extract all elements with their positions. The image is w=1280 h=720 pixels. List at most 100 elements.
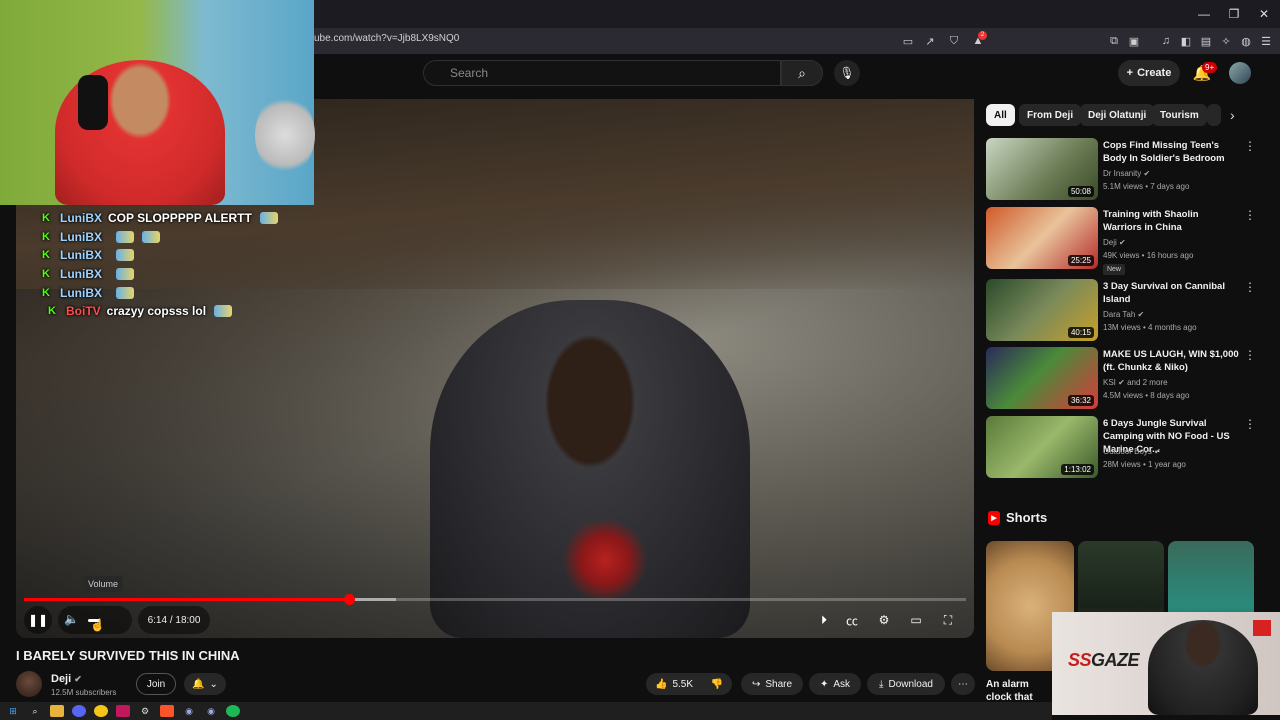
create-button[interactable]: + Create — [1118, 60, 1180, 86]
related-title[interactable]: MAKE US LAUGH, WIN $1,000 (ft. Chunkz & … — [1103, 348, 1239, 374]
emote-icon — [116, 286, 134, 299]
related-channel[interactable]: Dara Tah ✔ — [1103, 308, 1243, 321]
progress-scrubber[interactable] — [343, 594, 355, 605]
screenshot-icon[interactable]: ▣ — [1124, 31, 1144, 51]
ai-icon[interactable]: ✧ — [1216, 31, 1236, 51]
chat-message: K LuniBX — [42, 265, 278, 284]
more-options-icon[interactable]: ⋮ — [1244, 417, 1256, 431]
autoplay-toggle[interactable]: ⏵ — [810, 606, 838, 634]
related-title[interactable]: 3 Day Survival on Cannibal Island — [1103, 280, 1239, 306]
taskbar: ⊞ ⌕ ⚙ ◉ ◉ — [0, 702, 1052, 720]
duration-badge: 25:25 — [1067, 255, 1094, 266]
related-thumbnail[interactable]: 50:08 — [986, 138, 1098, 200]
related-thumbnail[interactable]: 25:25 — [986, 207, 1098, 269]
music-icon[interactable]: ♫ — [1156, 31, 1176, 51]
related-thumbnail[interactable]: 1:13:02 — [986, 416, 1098, 478]
like-button[interactable]: 👍 5.5K — [646, 673, 702, 695]
share-page-icon[interactable]: ↗ — [920, 31, 940, 51]
search-icon[interactable]: ⌕ — [28, 705, 42, 717]
file-explorer-icon[interactable] — [50, 705, 64, 717]
account-avatar[interactable] — [1229, 62, 1251, 84]
chip-tourism[interactable]: Tourism — [1152, 104, 1207, 126]
steam-icon[interactable]: ◉ — [204, 705, 218, 717]
plus-icon: + — [1126, 67, 1134, 79]
related-title[interactable]: Cops Find Missing Teen's Body In Soldier… — [1103, 139, 1239, 165]
related-thumbnail[interactable]: 36:32 — [986, 347, 1098, 409]
menu-icon[interactable]: ☰ — [1256, 31, 1276, 51]
join-button[interactable]: Join — [136, 673, 176, 695]
chip-from-deji[interactable]: From Deji — [1019, 104, 1082, 126]
voice-search-button[interactable]: 🎙 — [834, 60, 860, 86]
chip-all[interactable]: All — [986, 104, 1015, 126]
kick-badge-icon: K — [42, 212, 50, 225]
thumbs-down-icon: 👎 — [710, 678, 724, 690]
pause-icon: ❚❚ — [27, 613, 49, 627]
discord-icon[interactable] — [72, 705, 86, 717]
cursor-icon: ☝ — [90, 618, 105, 632]
minimize-button[interactable]: — — [1192, 4, 1216, 24]
time-display: 6:14 / 18:00 — [138, 606, 210, 634]
more-options-icon[interactable]: ⋮ — [1244, 348, 1256, 362]
sidebar-toggle-icon[interactable]: ◧ — [1176, 31, 1196, 51]
search-button[interactable]: ⌕ — [781, 60, 823, 86]
chat-username: LuniBX — [60, 285, 102, 300]
related-thumbnail[interactable]: 40:15 — [986, 279, 1098, 341]
close-window-button[interactable]: ✕ — [1252, 4, 1276, 24]
related-meta: 4.5M views • 8 days ago — [1103, 391, 1190, 400]
chat-message: K LuniBX COP SLOPPPPP ALERTT — [42, 209, 278, 228]
more-options-icon[interactable]: ⋮ — [1244, 139, 1256, 153]
settings-icon[interactable]: ⚙ — [138, 705, 152, 717]
volume-icon[interactable]: 🔈 — [64, 612, 79, 626]
cast-icon[interactable]: ▭ — [898, 31, 918, 51]
chat-text: crazyy copsss lol — [106, 304, 207, 319]
more-options-icon[interactable]: ⋮ — [1244, 280, 1256, 294]
channel-avatar[interactable] — [16, 671, 42, 697]
app-icon[interactable] — [116, 705, 130, 717]
related-channel[interactable]: Dr Insanity ✔ — [1103, 167, 1243, 180]
url-text[interactable]: ube.com/watch?v=Jjb8LX9sNQ0 — [314, 33, 459, 44]
duration-badge: 40:15 — [1067, 327, 1094, 338]
channel-name[interactable]: Deji ✔ — [51, 673, 82, 685]
volume-tooltip: Volume — [83, 576, 123, 592]
spotify-icon[interactable] — [226, 705, 240, 717]
more-options-icon[interactable]: ⋮ — [1244, 208, 1256, 222]
vpn-icon[interactable]: ◍ — [1236, 31, 1256, 51]
related-title[interactable]: Training with Shaolin Warriors in China — [1103, 208, 1239, 234]
related-channel[interactable]: KSI ✔ and 2 more — [1103, 376, 1243, 389]
like-count: 5.5K — [672, 678, 694, 690]
shield-icon[interactable]: ⛉ — [944, 31, 964, 51]
fullscreen-button[interactable]: ⛶ — [934, 606, 962, 634]
chip-overflow[interactable] — [1207, 104, 1221, 126]
more-actions-button[interactable]: ⋯ — [951, 673, 975, 695]
brave-icon[interactable] — [160, 705, 174, 717]
windows-start-icon[interactable]: ⊞ — [6, 705, 20, 717]
video-frame-logo — [560, 520, 650, 600]
subscribe-notify-button[interactable]: 🔔 ⌄ — [184, 673, 226, 695]
extensions-icon[interactable]: ⧉ — [1104, 31, 1124, 51]
restore-button[interactable]: ❐ — [1222, 4, 1246, 24]
download-button[interactable]: ⤓ Download — [867, 673, 945, 695]
related-meta: 5.1M views • 7 days ago — [1103, 182, 1190, 191]
related-channel[interactable]: Deji ✔ — [1103, 236, 1243, 249]
chip-deji-olatunji[interactable]: Deji Olatunji — [1080, 104, 1155, 126]
kick-badge-icon: K — [48, 305, 56, 318]
search-input[interactable]: Search — [423, 60, 781, 86]
autoplay-icon: ⏵ — [820, 612, 827, 627]
dislike-button[interactable]: 👎 — [702, 673, 732, 695]
related-meta: 49K views • 16 hours ago — [1103, 251, 1194, 260]
wallet-icon[interactable]: ▤ — [1196, 31, 1216, 51]
short-caption[interactable]: An alarm clock that — [986, 678, 1056, 704]
theater-button[interactable]: ▭ — [902, 606, 930, 634]
steam-icon[interactable]: ◉ — [182, 705, 196, 717]
pause-button[interactable]: ❚❚ — [24, 606, 52, 634]
verified-icon: ✔ — [74, 674, 82, 684]
share-button[interactable]: ↪ Share — [741, 673, 803, 695]
settings-button[interactable]: ⚙ — [870, 606, 898, 634]
chrome-icon[interactable] — [94, 705, 108, 717]
related-channel[interactable]: Outdoor Boys ✔ — [1103, 445, 1243, 458]
sparkle-icon: ✦ — [819, 678, 829, 690]
chevron-right-icon[interactable]: › — [1230, 107, 1235, 123]
captions-button[interactable]: ㏄ — [838, 606, 866, 634]
ask-button[interactable]: ✦ Ask — [809, 673, 861, 695]
share-icon: ↪ — [751, 678, 761, 690]
